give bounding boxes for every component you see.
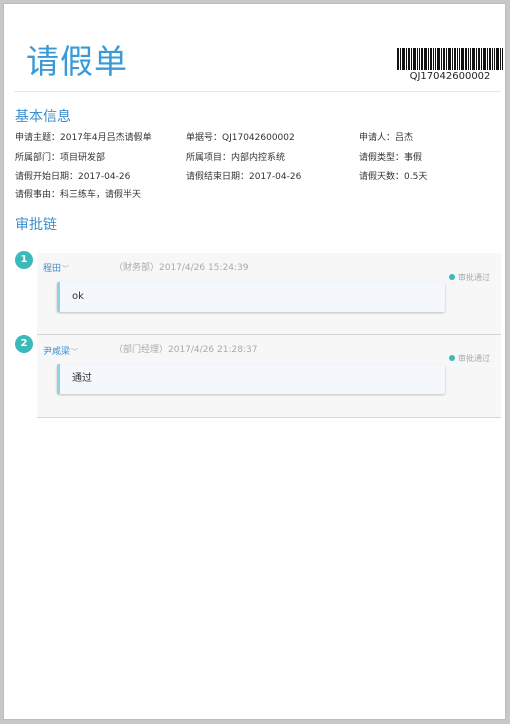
approval-role-time: （财务部）2017/4/26 15:24:39 — [114, 263, 249, 273]
field-leave-type: 请假类型：事假 — [359, 153, 423, 163]
field-department: 所属部门：项目研发部 — [15, 153, 106, 163]
approval-status-label: 审批通过 — [458, 273, 490, 282]
field-applicant: 申请人：吕杰 — [359, 133, 414, 143]
field-end-date: 请假结束日期：2017-04-26 — [186, 172, 302, 182]
field-subject: 申请主题：2017年4月吕杰请假单 — [15, 133, 152, 143]
step-number-badge: 1 — [15, 251, 33, 269]
approval-chain-heading: 审批链 — [15, 217, 57, 233]
status-dot-icon — [449, 355, 455, 361]
approver-name-label: 尹咸梁 — [43, 347, 71, 357]
title-divider — [14, 91, 501, 92]
approval-comment: 通过 — [57, 364, 445, 394]
approval-step: 程田﹀ （财务部）2017/4/26 15:24:39 审批通过 ok — [37, 253, 501, 335]
field-doc-number: 单据号：QJ17042600002 — [186, 133, 295, 143]
approver-name[interactable]: 尹咸梁﹀ — [43, 346, 78, 358]
barcode-number: QJ17042600002 — [409, 71, 491, 82]
status-dot-icon — [449, 274, 455, 280]
barcode-image — [397, 48, 503, 70]
document-title: 请假单 — [26, 42, 128, 81]
document-page: 请假单 QJ17042600002 基本信息 申请主题：2017年4月吕杰请假单… — [3, 3, 506, 720]
step-number-badge: 2 — [15, 335, 33, 353]
field-leave-days: 请假天数：0.5天 — [359, 172, 428, 182]
approval-status: 审批通过 — [449, 273, 490, 283]
chevron-down-icon[interactable]: ﹀ — [62, 265, 69, 273]
approval-status-label: 审批通过 — [458, 354, 490, 363]
approver-name[interactable]: 程田﹀ — [43, 263, 69, 275]
approval-comment: ok — [57, 282, 445, 312]
field-reason: 请假事由：科三练车，请假半天 — [15, 190, 142, 200]
chevron-down-icon[interactable]: ﹀ — [71, 348, 78, 356]
approval-step: 尹咸梁﹀ （部门经理）2017/4/26 21:28:37 审批通过 通过 — [37, 335, 501, 418]
basic-info-heading: 基本信息 — [15, 109, 71, 125]
field-start-date: 请假开始日期：2017-04-26 — [15, 172, 131, 182]
field-project: 所属项目：内部内控系统 — [186, 153, 286, 163]
approval-role-time: （部门经理）2017/4/26 21:28:37 — [114, 345, 258, 355]
approval-status: 审批通过 — [449, 354, 490, 364]
approver-name-label: 程田 — [43, 264, 62, 274]
